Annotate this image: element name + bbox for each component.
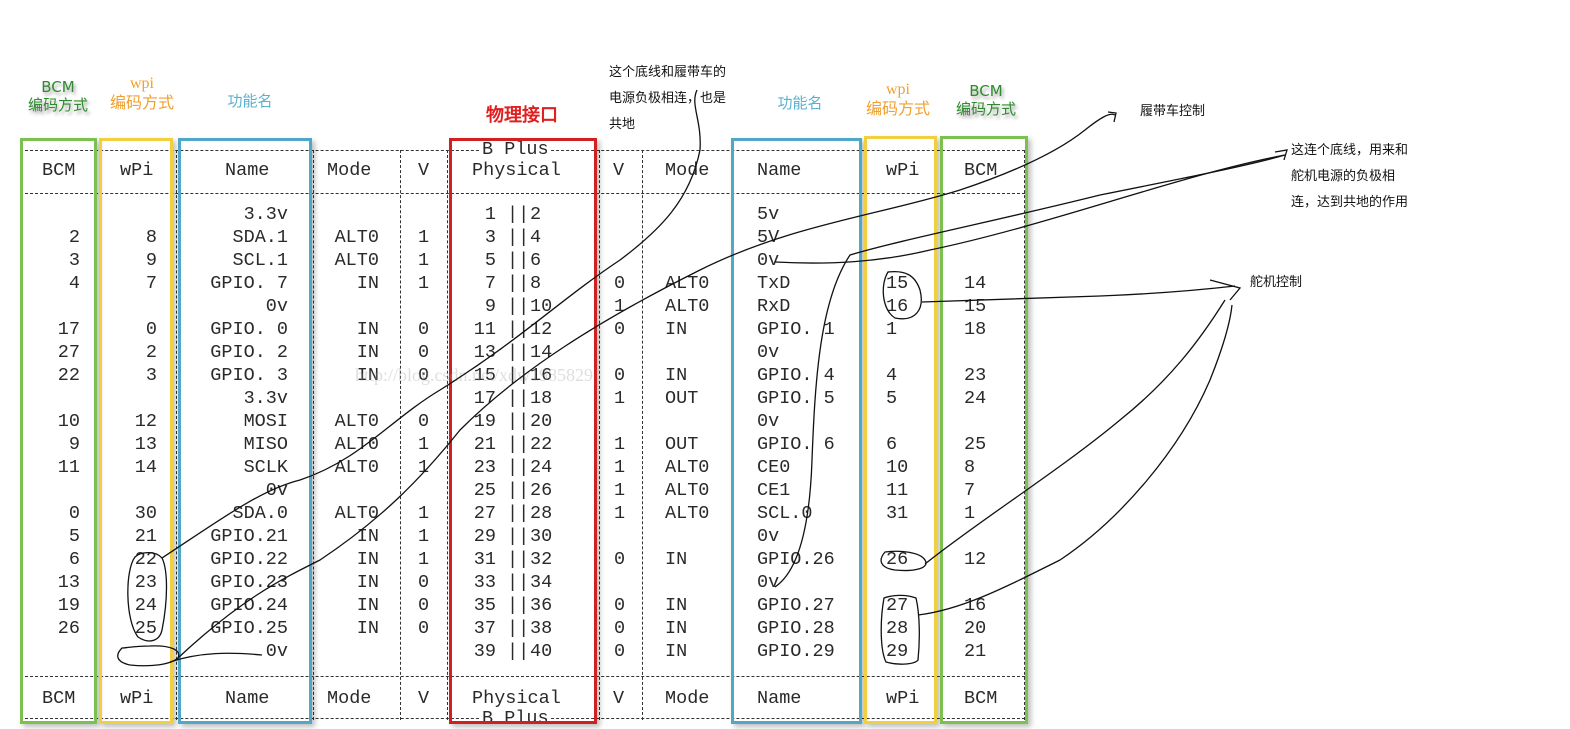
header-cell-v: V (418, 160, 430, 181)
cell-mode-l: IN (356, 595, 379, 616)
note-ground-track: 这个底线和履带车的 电源负极相连，也是 共地 (609, 60, 726, 138)
cell-v-l: 1 (418, 250, 430, 271)
cell-mode-l: IN (356, 273, 379, 294)
cell-mode-r: ALT0 (665, 503, 710, 524)
cell-mode-r: IN (665, 319, 688, 340)
wpi-right-title: wpi (886, 81, 910, 98)
bcm-left-title: BCM (41, 78, 75, 96)
ink-arrow-track (1107, 111, 1117, 123)
cell-v-l: 1 (418, 503, 430, 524)
cell-mode-l: IN (356, 526, 379, 547)
physical-label: 物理接口 (486, 105, 558, 126)
cell-mode-r: IN (665, 618, 688, 639)
note-track-control: 履带车控制 (1140, 104, 1206, 119)
cell-mode-r: ALT0 (665, 480, 710, 501)
cell-v-l: 1 (418, 273, 430, 294)
ink-arrow-servo (1209, 279, 1242, 301)
cell-mode-l: ALT0 (334, 457, 379, 478)
note-ground-servo: 这连个底线，用来和 舵机电源的负极相 连，达到共地的作用 (1291, 138, 1408, 216)
note-servo-control: 舵机控制 (1250, 275, 1303, 290)
name-left-label: 功能名 (227, 92, 273, 110)
cell-mode-r: IN (665, 595, 688, 616)
cell-mode-r: ALT0 (665, 457, 710, 478)
cell-mode-l: ALT0 (334, 503, 379, 524)
cell-v-l: 1 (418, 434, 430, 455)
bcm-left-label: BCM 编码方式 (22, 78, 94, 114)
header-cell-v: V (613, 160, 625, 181)
cell-mode-l: ALT0 (334, 250, 379, 271)
cell-mode-r: OUT (665, 434, 699, 455)
wpi-left-label: wpi 编码方式 (106, 74, 178, 112)
bcm-left-column-box (20, 138, 97, 724)
wpi-left-column-box (99, 138, 173, 724)
cell-mode-l: IN (356, 572, 379, 593)
bcm-right-label: BCM 编码方式 (950, 82, 1022, 118)
note-ground-servo-line-1: 这连个底线，用来和 (1291, 143, 1409, 158)
bcm-right-title: BCM (969, 82, 1003, 100)
cell-mode-r: IN (665, 365, 688, 386)
note-ground-servo-line-3: 连，达到共地的作用 (1291, 195, 1409, 210)
footer-cell-mode: Mode (665, 688, 710, 709)
cell-v-r: 1 (614, 480, 626, 501)
cell-mode-r: ALT0 (665, 273, 710, 294)
cell-mode-l: IN (356, 549, 379, 570)
footer-cell-v: V (418, 688, 430, 709)
header-cell-mode: Mode (665, 160, 710, 181)
cell-v-l: 0 (418, 342, 430, 363)
physical-column-box (449, 138, 597, 724)
wpi-right-sub: 编码方式 (865, 99, 930, 119)
bcm-right-sub: 编码方式 (955, 100, 1016, 118)
watermark: http://blog.csdn.net/xdw1985829 (355, 365, 593, 385)
cell-v-r: 0 (614, 618, 626, 639)
cell-v-l: 0 (418, 618, 430, 639)
note-ground-track-line-1: 这个底线和履带车的 (609, 65, 727, 80)
cell-v-l: 0 (418, 319, 430, 340)
cell-v-r: 0 (614, 641, 626, 662)
cell-v-r: 1 (614, 503, 626, 524)
cell-mode-r: ALT0 (665, 296, 710, 317)
cell-v-r: 0 (614, 365, 626, 386)
cell-mode-r: OUT (665, 388, 699, 409)
cell-v-r: 0 (614, 595, 626, 616)
cell-v-r: 1 (614, 457, 626, 478)
wpi-right-label: wpi 编码方式 (862, 80, 934, 118)
cell-mode-l: ALT0 (334, 411, 379, 432)
cell-v-l: 1 (418, 227, 430, 248)
note-ground-servo-line-2: 舵机电源的负极相 (1291, 169, 1396, 184)
header-cell-mode: Mode (327, 160, 372, 181)
cell-mode-l: IN (356, 618, 379, 639)
cell-v-l: 1 (418, 549, 430, 570)
cell-mode-l: ALT0 (334, 227, 379, 248)
cell-v-l: 0 (418, 572, 430, 593)
cell-v-r: 0 (614, 273, 626, 294)
cell-v-l: 0 (418, 595, 430, 616)
wpi-left-title: wpi (130, 75, 154, 92)
cell-v-r: 0 (614, 319, 626, 340)
cell-v-r: 1 (614, 388, 626, 409)
cell-v-r: 1 (614, 434, 626, 455)
ink-arrow-ground-servo (1274, 149, 1288, 161)
bcm-left-sub: 编码方式 (27, 96, 88, 114)
cell-mode-l: IN (356, 342, 379, 363)
cell-mode-r: IN (665, 641, 688, 662)
cell-v-r: 0 (614, 549, 626, 570)
wpi-right-column-box (864, 136, 937, 724)
cell-v-r: 1 (614, 296, 626, 317)
cell-v-l: 0 (418, 411, 430, 432)
footer-cell-mode: Mode (327, 688, 372, 709)
name-left-column-box (178, 138, 312, 724)
cell-v-l: 1 (418, 526, 430, 547)
cell-mode-l: IN (356, 319, 379, 340)
note-ground-track-line-2: 电源负极相连，也是 (609, 91, 727, 106)
note-ground-track-line-3: 共地 (609, 117, 636, 132)
name-right-label: 功能名 (777, 94, 823, 112)
cell-v-l: 1 (418, 457, 430, 478)
name-right-column-box (731, 138, 862, 724)
cell-mode-r: IN (665, 549, 688, 570)
footer-cell-v: V (613, 688, 625, 709)
cell-mode-l: ALT0 (334, 434, 379, 455)
wpi-left-sub: 编码方式 (109, 93, 174, 113)
bcm-right-column-box (940, 136, 1028, 724)
